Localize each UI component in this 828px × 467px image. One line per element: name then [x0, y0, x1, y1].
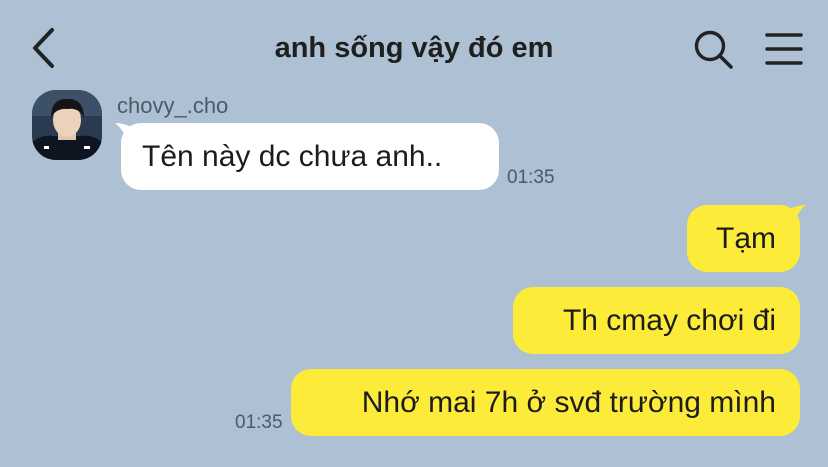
outgoing-message-bubble[interactable]: Th cmay chơi đi [513, 287, 800, 354]
sender-avatar[interactable] [32, 90, 102, 160]
outgoing-message-bubble[interactable]: Nhớ mai 7h ở svđ trường mình [291, 369, 800, 436]
chat-header: anh sống vậy đó em [0, 0, 828, 96]
incoming-message-bubble[interactable]: Tên này dc chưa anh.. [121, 123, 499, 190]
back-button[interactable] [24, 26, 64, 70]
hamburger-menu-icon [765, 33, 803, 65]
sender-name: chovy_.cho [117, 93, 229, 118]
message-timestamp: 01:35 [507, 167, 555, 188]
chevron-left-icon [33, 28, 54, 68]
search-button[interactable] [692, 28, 734, 70]
message-timestamp: 01:35 [235, 412, 283, 433]
chat-screen: anh sống vậy đó em chovy_.cho Tên này dc… [0, 0, 828, 467]
chat-title: anh sống vậy đó em [274, 32, 554, 64]
profile-photo [32, 90, 102, 160]
search-icon [694, 30, 733, 69]
menu-button[interactable] [764, 30, 804, 68]
outgoing-message-bubble[interactable]: Tạm [687, 205, 800, 272]
